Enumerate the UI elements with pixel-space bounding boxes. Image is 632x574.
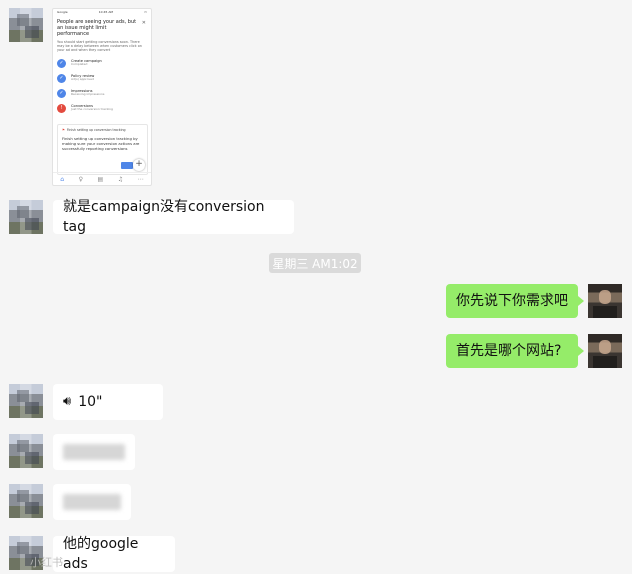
- contact-avatar[interactable]: [9, 434, 43, 468]
- campaigns-icon: ▤: [97, 175, 104, 183]
- voice-icon: 🔊︎: [63, 394, 71, 409]
- home-icon: ⌂: [60, 175, 65, 183]
- contact-avatar[interactable]: [9, 200, 43, 234]
- image-message-screenshot[interactable]: Google 10:45 AM ▭ People are seeing your…: [52, 8, 152, 186]
- step-sub: Receiving impressions: [71, 92, 105, 97]
- contact-avatar[interactable]: [9, 484, 43, 518]
- add-icon: +: [133, 159, 145, 171]
- message-text: 就是campaign没有conversion tag: [63, 199, 265, 235]
- check-icon: ✓: [57, 73, 66, 83]
- step-sub: Completed: [71, 62, 88, 67]
- step-item: ✓ Policy review Ad(s) approved: [57, 73, 151, 83]
- check-icon: ✓: [57, 88, 66, 98]
- message-bubble[interactable]: 首先是哪个网站?: [446, 334, 584, 368]
- lightbulb-icon: ♀: [78, 175, 84, 183]
- card-action-button: [121, 162, 133, 169]
- message-bubble[interactable]: 他的google ads: [53, 536, 175, 572]
- status-time: 10:45 AM: [98, 10, 113, 14]
- timestamp: 星期三 AM1:02: [269, 253, 361, 273]
- step-item: ✓ Impressions Receiving impressions: [57, 88, 151, 98]
- message-bubble[interactable]: 就是campaign没有conversion tag: [53, 199, 294, 235]
- contact-avatar[interactable]: [9, 384, 43, 418]
- message-bubble[interactable]: 你先说下你需求吧: [446, 284, 584, 318]
- voice-duration: 10": [78, 394, 103, 410]
- card-text: Finish setting up conversion tracking by…: [62, 136, 140, 151]
- error-icon: !: [57, 103, 66, 113]
- step-sub: Ad(s) approved: [71, 77, 94, 82]
- close-icon: ✕: [141, 20, 146, 26]
- bell-icon: ♫: [117, 175, 124, 183]
- message-text: 你先说下你需求吧: [456, 293, 568, 309]
- voice-message-bubble[interactable]: 🔊︎ 10": [53, 384, 163, 420]
- battery-icon: ▭: [144, 10, 147, 14]
- step-sub: Just the conversion tracking: [71, 107, 113, 112]
- more-icon: ⋯: [137, 175, 144, 183]
- step-item: ! Conversions Just the conversion tracki…: [57, 103, 151, 113]
- phone-status-bar: Google 10:45 AM ▭: [53, 9, 151, 17]
- contact-avatar[interactable]: [9, 8, 43, 42]
- my-avatar[interactable]: [588, 284, 622, 318]
- bottom-nav: ⌂ ♀ ▤ ♫ ⋯: [53, 172, 151, 185]
- card-header: Finish setting up conversion tracking: [66, 128, 126, 132]
- step-item: ✓ Create campaign Completed: [57, 58, 151, 68]
- flag-icon: ⚑: [62, 128, 65, 132]
- message-text: 首先是哪个网站?: [456, 343, 562, 359]
- check-icon: ✓: [57, 58, 66, 68]
- blurred-text: [63, 444, 125, 460]
- message-bubble[interactable]: [53, 434, 135, 470]
- watermark: 小红书: [30, 556, 63, 569]
- my-avatar[interactable]: [588, 334, 622, 368]
- screenshot-title: People are seeing your ads, but an issue…: [57, 19, 137, 37]
- screenshot-description: You should start getting conversions soo…: [57, 40, 142, 53]
- carrier-text: Google: [57, 10, 68, 14]
- message-bubble[interactable]: [53, 484, 131, 520]
- message-text: 他的google ads: [63, 536, 139, 572]
- blurred-text: [63, 494, 121, 510]
